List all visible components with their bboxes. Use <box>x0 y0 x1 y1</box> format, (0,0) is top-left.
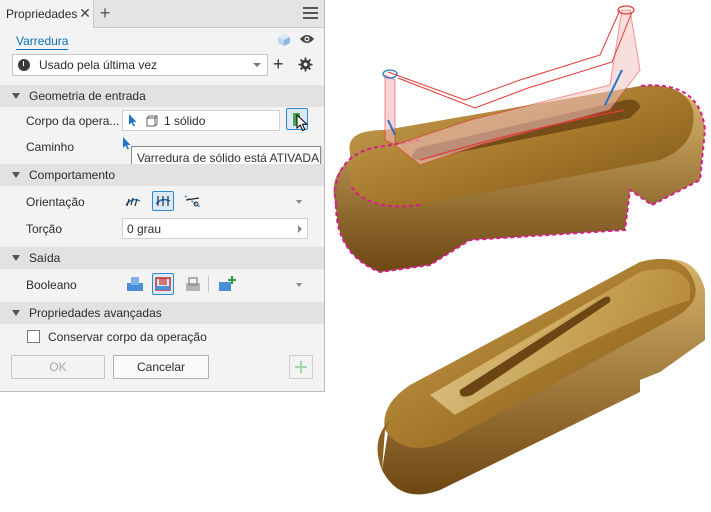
chevron-down-icon <box>253 63 261 67</box>
path-label: Caminho <box>26 140 75 154</box>
divider <box>208 276 209 292</box>
boolean-label: Booleano <box>26 278 77 292</box>
select-arrow-icon <box>129 114 137 127</box>
keep-body-checkbox[interactable] <box>27 330 40 343</box>
chevron-right-icon[interactable] <box>298 225 302 233</box>
add-preset-icon[interactable]: + <box>273 55 284 73</box>
section-output[interactable]: Saída <box>0 247 324 269</box>
part-result-bottom <box>377 258 705 495</box>
twist-value: 0 grau <box>127 221 162 236</box>
keep-body-label: Conservar corpo da operação <box>48 330 207 344</box>
menu-icon[interactable] <box>303 7 318 20</box>
section-input-geometry[interactable]: Geometria de entrada <box>0 85 324 107</box>
tab-bar: Propriedades ✕ + <box>0 0 324 28</box>
part-preview-top <box>333 5 707 274</box>
cube-icon[interactable] <box>277 33 291 47</box>
guide-rail-icon[interactable] <box>182 191 204 211</box>
chevron-down-icon[interactable] <box>296 200 302 204</box>
join-icon[interactable] <box>124 273 146 295</box>
section-behavior[interactable]: Comportamento <box>0 164 324 186</box>
section-title: Propriedades avançadas <box>29 306 162 320</box>
preset-value: Usado pela última vez <box>39 58 158 72</box>
cut-icon <box>155 277 171 291</box>
profile-label: Corpo da opera... <box>26 114 120 128</box>
section-title: Geometria de entrada <box>29 89 146 103</box>
mouse-cursor-icon <box>296 114 309 132</box>
command-name-link[interactable]: Varredura <box>16 34 69 50</box>
new-solid-icon[interactable] <box>216 273 238 295</box>
collapse-icon <box>12 310 20 316</box>
apply-add-button[interactable] <box>289 355 313 379</box>
ok-button[interactable]: OK <box>11 355 105 379</box>
section-title: Saída <box>29 251 61 265</box>
close-icon[interactable]: ✕ <box>78 6 92 20</box>
add-tab-icon[interactable]: + <box>97 4 113 22</box>
eye-icon[interactable] <box>299 33 315 45</box>
orientation-label: Orientação <box>26 195 85 209</box>
path-orientation-icon[interactable] <box>124 191 146 211</box>
profile-value: 1 sólido <box>164 113 206 128</box>
clock-icon <box>18 59 30 71</box>
twist-label: Torção <box>26 222 63 236</box>
collapse-icon <box>12 255 20 261</box>
section-advanced[interactable]: Propriedades avançadas <box>0 302 324 324</box>
chevron-down-icon[interactable] <box>296 283 302 287</box>
preset-dropdown[interactable]: Usado pela última vez <box>12 54 268 76</box>
tab-label: Propriedades <box>6 7 78 21</box>
solid-body-icon <box>146 115 158 126</box>
cut-button[interactable] <box>152 273 174 295</box>
collapse-icon <box>12 172 20 178</box>
section-title: Comportamento <box>29 168 116 182</box>
graphics-viewport[interactable] <box>326 0 711 512</box>
profile-selector[interactable]: 1 sólido <box>122 110 280 131</box>
properties-panel: Propriedades ✕ + Varredura Usado pela úl… <box>0 0 325 392</box>
collapse-icon <box>12 93 20 99</box>
twist-input[interactable]: 0 grau <box>122 218 308 239</box>
intersect-icon[interactable] <box>182 273 204 295</box>
cancel-button[interactable]: Cancelar <box>113 355 209 379</box>
fixed-orientation-button[interactable] <box>152 191 174 211</box>
fixed-orientation-icon <box>155 196 171 206</box>
gear-icon[interactable] <box>298 57 313 72</box>
